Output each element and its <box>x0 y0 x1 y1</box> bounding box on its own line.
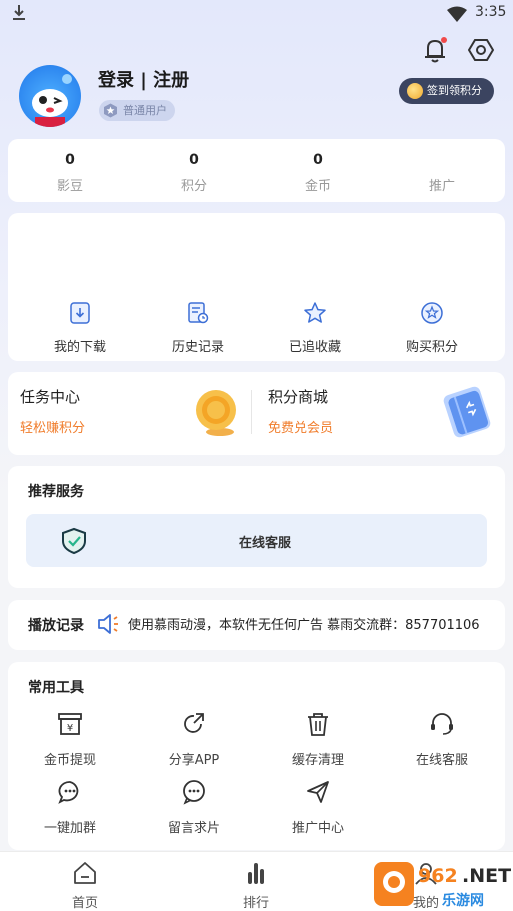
task-divider <box>251 390 252 434</box>
notice-text: 使用慕雨动漫，本软件无任何广告 慕雨交流群：857701106 <box>128 618 480 633</box>
tool-request-movie[interactable]: 留言求片 <box>132 779 256 836</box>
tool-join-group[interactable]: 一键加群 <box>8 779 132 836</box>
trash-icon <box>308 713 328 736</box>
voucher-card-icon <box>443 386 491 438</box>
quick-label: 我的下载 <box>53 340 106 355</box>
sign-in-label: 签到领积分 <box>427 84 482 97</box>
stat-value: 0 <box>313 152 323 168</box>
tool-online-service[interactable]: 在线客服 <box>380 711 504 768</box>
message-icon <box>183 780 205 805</box>
nav-label: 排行 <box>242 896 269 911</box>
headset-icon <box>431 713 453 735</box>
history-icon <box>188 302 209 324</box>
nav-label: 首页 <box>71 896 98 911</box>
tool-label: 推广中心 <box>291 821 344 836</box>
avatar-mascot-icon <box>32 74 72 127</box>
points-icon <box>421 302 443 324</box>
send-icon <box>307 781 329 803</box>
settings-icon[interactable] <box>468 37 494 63</box>
level-star-icon <box>104 103 117 118</box>
user-level-text: 普通用户 <box>123 104 167 117</box>
quick-label: 历史记录 <box>171 340 224 355</box>
chat-icon <box>58 781 79 804</box>
avatar[interactable] <box>19 65 81 127</box>
tool-label: 金币提现 <box>43 753 96 768</box>
home-icon <box>74 862 96 884</box>
status-bar: 3:35 <box>0 0 513 28</box>
stat-label: 金币 <box>304 179 331 194</box>
tool-cache-clean[interactable]: 缓存清理 <box>256 711 380 768</box>
points-mall-subtitle: 免费兑会员 <box>268 421 334 436</box>
points-mall-entry[interactable]: 积分商城 免费兑会员 <box>268 386 438 446</box>
share-icon <box>184 713 204 733</box>
notice-marquee: 使用慕雨动漫，本软件无任何广告 慕雨交流群：857701106 <box>128 614 486 634</box>
gold-coin-icon <box>196 390 236 436</box>
star-icon <box>304 302 326 323</box>
stat-points[interactable]: 0 积分 <box>132 139 256 194</box>
quick-label: 购买积分 <box>405 340 458 355</box>
watermark-logo: 962 .NET 乐游网 <box>372 858 513 911</box>
tool-share-app[interactable]: 分享APP <box>132 711 256 768</box>
svg-text:962: 962 <box>418 865 458 887</box>
svg-text:.NET: .NET <box>462 865 511 887</box>
quick-actions-card: 我的下载 历史记录 已追收藏 购买积分 <box>8 213 505 361</box>
notification-bell-icon[interactable] <box>422 36 448 64</box>
quick-buy-points[interactable]: 购买积分 <box>370 301 494 355</box>
tool-coin-withdraw[interactable]: ¥ 金币提现 <box>8 711 132 768</box>
coin-icon <box>407 83 423 99</box>
nav-ranking[interactable]: 排行 <box>206 860 306 911</box>
speaker-icon <box>98 614 118 634</box>
download-status-icon <box>13 5 25 20</box>
tool-label: 留言求片 <box>167 821 220 836</box>
sign-in-button[interactable]: 签到领积分 <box>399 78 494 104</box>
status-time: 3:35 <box>475 4 507 20</box>
login-register-link[interactable]: 登录 | 注册 <box>98 66 189 92</box>
stat-value: 0 <box>189 152 199 168</box>
recommended-title: 推荐服务 <box>28 484 84 500</box>
svg-text:乐游网: 乐游网 <box>442 892 484 909</box>
tool-promotion-center[interactable]: 推广中心 <box>256 779 380 836</box>
stat-label: 影豆 <box>56 179 83 194</box>
stat-label: 积分 <box>180 179 207 194</box>
points-mall-title: 积分商城 <box>268 388 329 406</box>
quick-favorites[interactable]: 已追收藏 <box>253 301 377 355</box>
wallet-icon: ¥ <box>58 713 82 735</box>
stat-value: 0 <box>65 152 75 168</box>
stat-beans[interactable]: 0 影豆 <box>8 139 132 194</box>
play-history-title: 播放记录 <box>28 618 84 634</box>
user-level-badge: 普通用户 <box>99 100 175 121</box>
stat-value <box>380 152 504 170</box>
tool-label: 分享APP <box>168 753 220 768</box>
svg-text:¥: ¥ <box>67 723 73 734</box>
stats-card: 0 影豆 0 积分 0 金币 推广 <box>8 139 505 202</box>
tool-label: 在线客服 <box>415 753 468 768</box>
stat-coins[interactable]: 0 金币 <box>256 139 380 194</box>
quick-history[interactable]: 历史记录 <box>136 301 260 355</box>
nav-home[interactable]: 首页 <box>35 860 135 911</box>
quick-my-downloads[interactable]: 我的下载 <box>18 301 142 355</box>
online-service-label: 在线客服 <box>238 536 291 551</box>
ranking-icon <box>248 863 264 884</box>
tool-label: 一键加群 <box>43 821 96 836</box>
stat-label: 推广 <box>428 179 455 194</box>
quick-label: 已追收藏 <box>288 340 341 355</box>
tool-label: 缓存清理 <box>291 753 344 768</box>
stat-promotion[interactable]: 推广 <box>380 139 504 194</box>
download-icon <box>70 302 90 324</box>
tools-title: 常用工具 <box>28 680 84 696</box>
wifi-icon <box>447 6 467 22</box>
